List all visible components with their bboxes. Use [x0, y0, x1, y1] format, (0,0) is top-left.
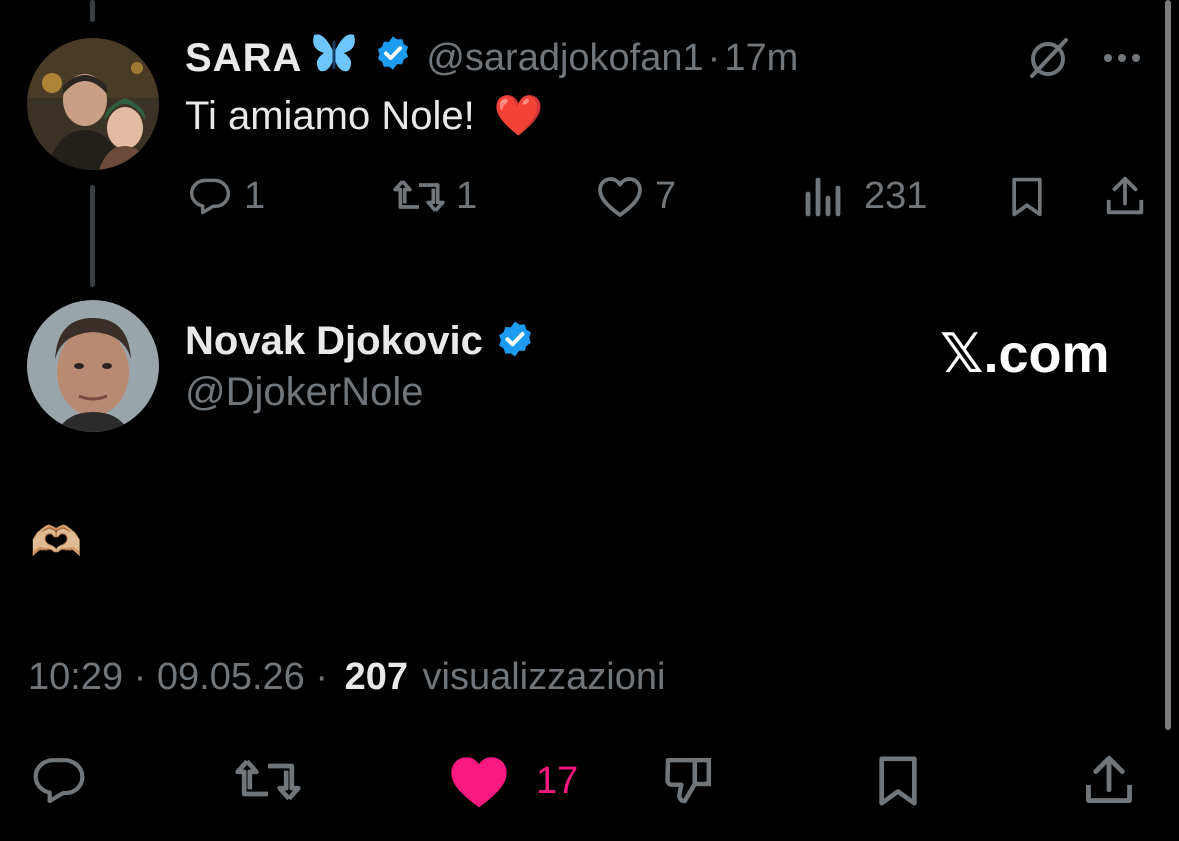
main-like-button[interactable]: 17 [446, 752, 578, 810]
verified-badge-icon [495, 319, 535, 364]
scrollbar[interactable] [1165, 0, 1171, 730]
reply-repost-button[interactable]: 1 [388, 174, 477, 218]
reply-reply-button[interactable]: 1 [188, 174, 265, 218]
tweet-meta: 10:29 · 09.05.26 · 207 visualizzazioni [28, 656, 665, 699]
thread-line [90, 185, 95, 287]
main-bookmark-button[interactable] [870, 752, 926, 810]
red-heart-emoji: ❤️ [493, 94, 544, 138]
reply-bookmark-button[interactable] [1005, 174, 1049, 220]
main-repost-button[interactable] [232, 752, 304, 808]
more-options-icon[interactable] [1100, 48, 1148, 68]
main-display-name[interactable]: Novak Djokovic [185, 319, 483, 364]
grok-icon[interactable] [1024, 34, 1072, 82]
reply-header: SARA @saradjokofan1 · 17m [185, 34, 798, 82]
reply-text: Ti amiamo Nole! ❤️ [185, 92, 544, 139]
main-like-count: 17 [536, 759, 579, 802]
x-com-watermark: 𝕏.com [940, 324, 1110, 384]
reply-text-body: Ti amiamo Nole! [185, 94, 475, 138]
reply-avatar[interactable] [27, 38, 159, 170]
reply-time[interactable]: 17m [724, 37, 798, 80]
thread-line-top [90, 0, 95, 22]
reply-display-name[interactable]: SARA [185, 36, 302, 81]
main-text: 🫶🏼 [30, 518, 83, 565]
main-header: Novak Djokovic [185, 316, 535, 366]
main-avatar[interactable] [27, 300, 159, 432]
verified-badge-icon [374, 34, 412, 82]
reply-replies-count: 1 [244, 174, 266, 217]
tweet-timestamp[interactable]: 10:29 · 09.05.26 · [28, 656, 328, 698]
main-reply-button[interactable] [30, 752, 88, 808]
reply-reposts-count: 1 [456, 174, 478, 217]
reply-views-button[interactable]: 231 [800, 174, 927, 218]
main-share-button[interactable] [1080, 750, 1138, 810]
reply-separator: · [707, 36, 721, 79]
main-handle[interactable]: @DjokerNole [185, 370, 423, 415]
main-dislike-button[interactable] [660, 752, 718, 808]
views-label: visualizzazioni [422, 656, 666, 698]
reply-likes-count: 7 [655, 174, 677, 217]
views-count: 207 [344, 656, 408, 698]
reply-like-button[interactable]: 7 [595, 174, 676, 218]
reply-views-count: 231 [864, 174, 928, 217]
butterfly-icon [310, 31, 358, 85]
reply-handle[interactable]: @saradjokofan1 [426, 37, 703, 80]
reply-share-button[interactable] [1102, 172, 1148, 220]
